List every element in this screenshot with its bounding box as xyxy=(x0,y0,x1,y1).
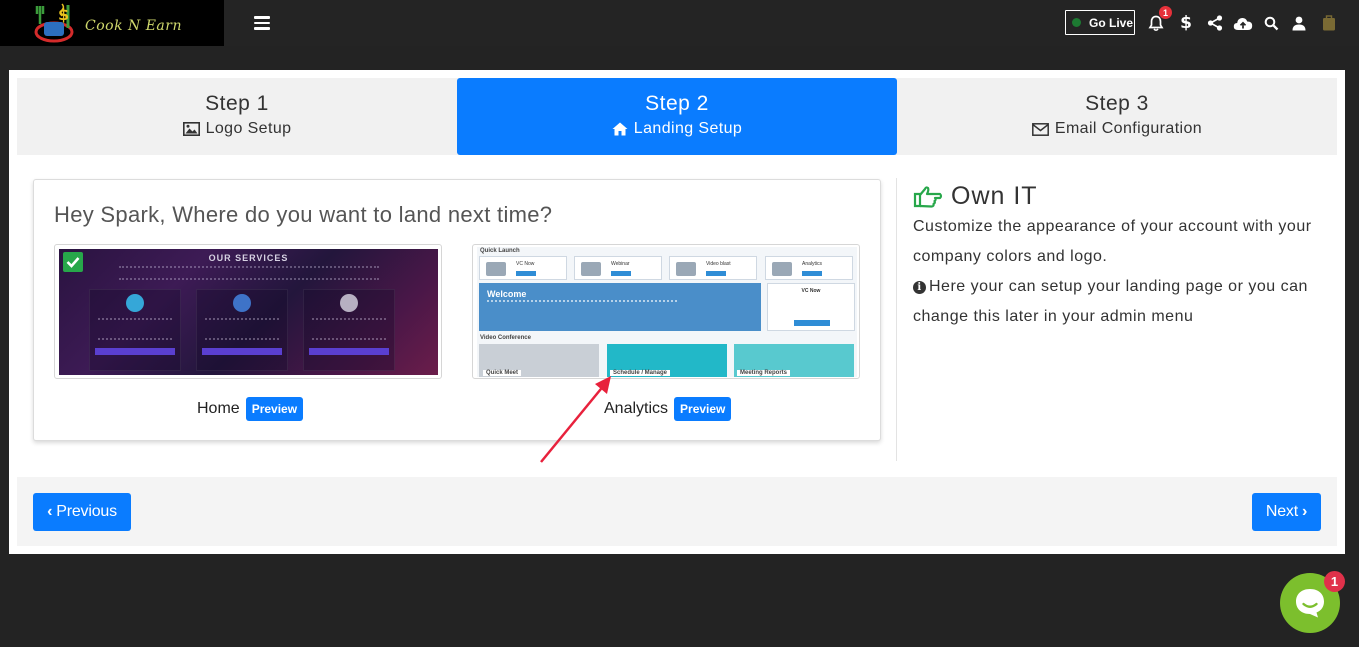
home-option-label: Home xyxy=(197,400,240,417)
home-landing-option[interactable]: OUR SERVICES xyxy=(54,244,442,379)
chevron-left-icon: ‹ xyxy=(47,503,53,520)
home-caption: Home Preview xyxy=(197,397,304,421)
analytics-preview-image: Quick Launch VC Now Webinar Video blast … xyxy=(477,247,857,377)
live-status-dot xyxy=(1072,18,1081,27)
analytics-preview-button[interactable]: Preview xyxy=(674,397,732,421)
notification-badge: 1 xyxy=(1159,6,1172,19)
next-button[interactable]: Next › xyxy=(1252,493,1321,531)
analytics-landing-option[interactable]: Quick Launch VC Now Webinar Video blast … xyxy=(472,244,860,379)
logo-text: Cook N Earn xyxy=(85,18,182,34)
previous-button[interactable]: ‹ Previous xyxy=(33,493,131,531)
landing-options-card: Hey Spark, Where do you want to land nex… xyxy=(33,179,881,441)
user-icon[interactable] xyxy=(1289,13,1309,33)
cloud-upload-icon[interactable] xyxy=(1233,13,1253,33)
top-navbar: $ Cook N Earn Go Live 1 $ xyxy=(0,0,1359,46)
image-icon xyxy=(182,122,200,136)
step-number: Step 3 xyxy=(1085,92,1149,115)
selected-check-icon xyxy=(63,252,83,272)
hand-pointing-right-icon xyxy=(913,185,943,208)
step-email-configuration[interactable]: Step 3 Email Configuration xyxy=(897,78,1337,155)
annotation-arrow-icon xyxy=(540,376,611,463)
envelope-icon xyxy=(1031,122,1049,136)
previous-label: Previous xyxy=(56,503,117,520)
own-it-panel: Own IT Customize the appearance of your … xyxy=(896,178,1336,461)
own-it-info-text: Here your can setup your landing page or… xyxy=(913,278,1308,325)
shopping-bag-icon[interactable] xyxy=(1319,13,1339,33)
step-number: Step 2 xyxy=(645,92,709,115)
home-icon xyxy=(612,122,628,136)
thumb-heading: OUR SERVICES xyxy=(208,253,289,263)
menu-icon[interactable] xyxy=(254,16,270,30)
step-label: Logo Setup xyxy=(205,120,292,137)
go-live-label: Go Live xyxy=(1089,15,1134,30)
own-it-description: Customize the appearance of your account… xyxy=(913,218,1312,265)
search-icon[interactable] xyxy=(1261,13,1281,33)
step-label: Landing Setup xyxy=(633,120,743,137)
step-number: Step 1 xyxy=(205,92,269,115)
analytics-caption: Analytics Preview xyxy=(604,397,732,421)
chat-unread-badge: 1 xyxy=(1324,571,1345,592)
step-label: Email Configuration xyxy=(1054,120,1203,137)
info-icon: i xyxy=(913,281,926,294)
chat-bubble-icon xyxy=(1296,589,1324,618)
dollar-icon[interactable]: $ xyxy=(1176,13,1196,33)
home-preview-button[interactable]: Preview xyxy=(245,397,304,421)
logo[interactable]: $ Cook N Earn xyxy=(0,0,224,46)
go-live-button[interactable]: Go Live xyxy=(1065,10,1135,35)
share-icon[interactable] xyxy=(1205,13,1225,33)
home-preview-image: OUR SERVICES xyxy=(59,249,438,375)
landing-question: Hey Spark, Where do you want to land nex… xyxy=(54,202,553,227)
step-logo-setup[interactable]: Step 1 Logo Setup xyxy=(17,78,457,155)
logo-icon: $ xyxy=(34,3,74,43)
chevron-right-icon: › xyxy=(1301,503,1308,520)
own-it-title: Own IT xyxy=(951,182,1038,210)
wizard-steps: Step 1 Logo Setup Step 2 Landing Setup S… xyxy=(17,78,1337,155)
wizard-footer: ‹ Previous Next › xyxy=(17,477,1337,546)
setup-wizard-panel: Step 1 Logo Setup Step 2 Landing Setup S… xyxy=(9,70,1345,554)
next-label: Next xyxy=(1265,503,1298,520)
step-landing-setup[interactable]: Step 2 Landing Setup xyxy=(457,78,897,155)
